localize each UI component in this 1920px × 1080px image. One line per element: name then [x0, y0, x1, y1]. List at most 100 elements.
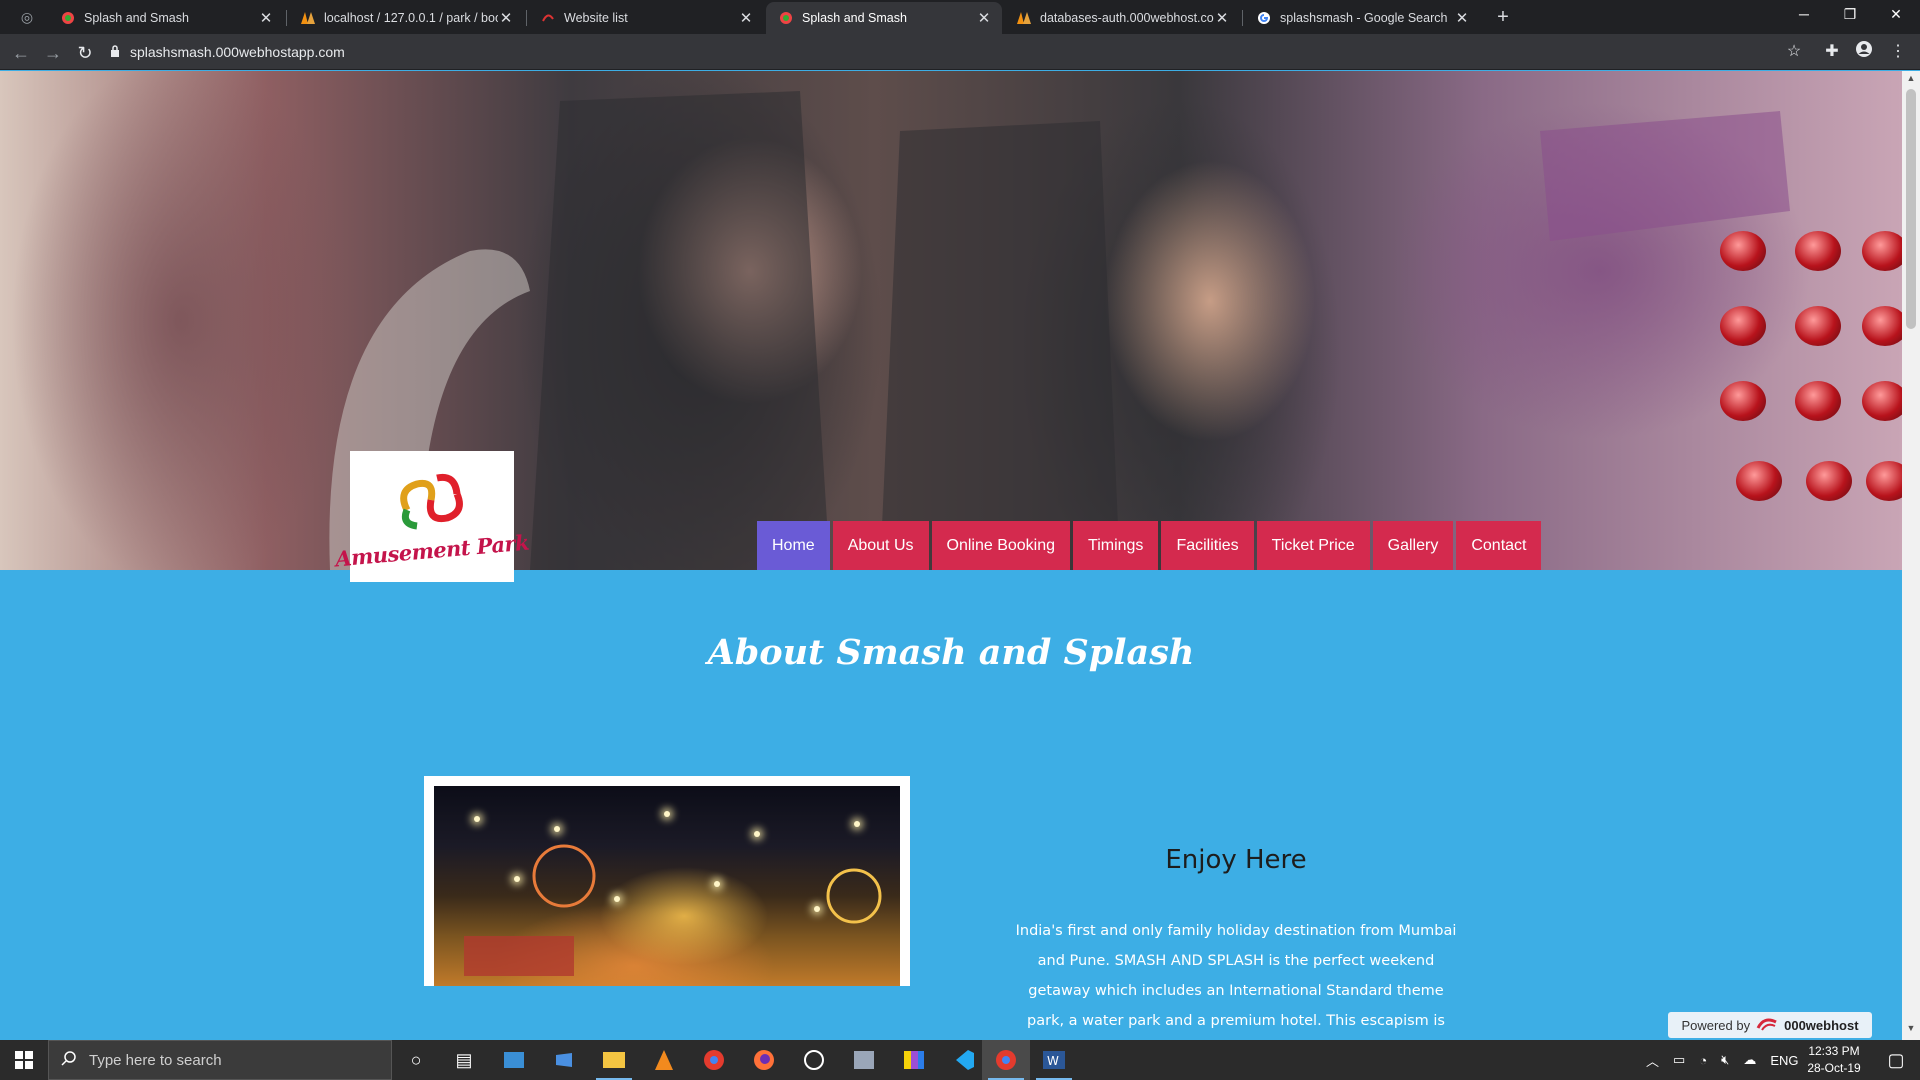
- volume-muted-icon[interactable]: 🔇︎: [1721, 1052, 1729, 1068]
- phpmyadmin-icon: [1016, 10, 1032, 26]
- svg-text:W: W: [1047, 1054, 1059, 1068]
- clock-time: 12:33 PM: [1808, 1044, 1860, 1058]
- nav-home[interactable]: Home: [757, 521, 830, 570]
- restore-icon[interactable]: ❐: [1827, 0, 1873, 30]
- powered-by-label: Powered by: [1681, 1017, 1751, 1033]
- minimize-icon[interactable]: ─: [1781, 0, 1827, 30]
- nav-about-us[interactable]: About Us: [832, 521, 929, 570]
- tab-close-icon[interactable]: ✕: [258, 9, 274, 27]
- tab-close-icon[interactable]: ✕: [738, 9, 754, 27]
- webhost-favicon-icon: [540, 10, 556, 26]
- browser-tab-5[interactable]: databases-auth.000webhost.com ✕: [1004, 2, 1240, 34]
- tab-title: databases-auth.000webhost.com: [1040, 11, 1214, 25]
- tab-divider: [286, 10, 287, 26]
- browser-tab-4-active[interactable]: Splash and Smash ✕: [766, 2, 1002, 34]
- park-night-photo: [424, 776, 910, 986]
- app-icon-2[interactable]: [540, 1040, 588, 1080]
- webhost-logo-icon: [1756, 1016, 1778, 1035]
- nav-timings[interactable]: Timings: [1073, 521, 1159, 570]
- bookmark-star-icon[interactable]: ☆: [1782, 40, 1806, 64]
- nav-ticket-price[interactable]: Ticket Price: [1256, 521, 1370, 570]
- address-bar: ← → ↻ splashsmash.000webhostapp.com ☆ ✚ …: [0, 34, 1920, 70]
- nav-facilities[interactable]: Facilities: [1161, 521, 1254, 570]
- google-icon: [1256, 10, 1272, 26]
- new-tab-button[interactable]: +: [1490, 4, 1516, 30]
- clock-date: 28-Oct-19: [1807, 1061, 1861, 1075]
- extensions-puzzle-icon[interactable]: ✚: [1820, 40, 1844, 64]
- cortana-icon[interactable]: ○: [392, 1040, 440, 1080]
- about-section-title: About Smash and Splash: [707, 632, 1195, 673]
- browser-tab-6[interactable]: splashsmash - Google Search ✕: [1244, 2, 1480, 34]
- app-icon-3[interactable]: [840, 1040, 888, 1080]
- photo-content: [434, 786, 900, 986]
- magnifier-icon: [61, 1050, 77, 1070]
- close-window-icon[interactable]: ✕: [1873, 0, 1919, 30]
- language-indicator[interactable]: ENG: [1770, 1053, 1798, 1068]
- tab-title: Splash and Smash: [802, 11, 907, 25]
- app-icon-4[interactable]: [890, 1040, 938, 1080]
- url-text: splashsmash.000webhostapp.com: [130, 44, 345, 60]
- tab-divider: [526, 10, 527, 26]
- vscode-icon[interactable]: [940, 1040, 988, 1080]
- scroll-up-arrow-icon[interactable]: ▲: [1902, 73, 1920, 83]
- taskbar-search-box[interactable]: Type here to search: [48, 1040, 392, 1080]
- forward-arrow-icon[interactable]: →: [42, 42, 64, 64]
- show-hidden-icons-chevron-icon[interactable]: ︿: [1646, 1051, 1659, 1070]
- page-viewport: Amusement Park Home About Us Online Book…: [0, 71, 1902, 1040]
- vlc-icon[interactable]: [640, 1040, 688, 1080]
- hero-banner-image: [0, 71, 1902, 570]
- tab-close-icon[interactable]: ✕: [976, 9, 992, 27]
- main-navigation: Home About Us Online Booking Timings Fac…: [757, 521, 1542, 570]
- scroll-down-arrow-icon[interactable]: ▼: [1902, 1023, 1920, 1033]
- nav-contact[interactable]: Contact: [1456, 521, 1542, 570]
- enjoy-heading: Enjoy Here: [1165, 845, 1307, 875]
- browser-tab-strip: ◎ Splash and Smash ✕ localhost / 127.0.0…: [0, 0, 1920, 34]
- system-tray: ︿ ▭ ◔ 🔇︎ ☁ ENG: [1646, 1040, 1799, 1080]
- url-field[interactable]: splashsmash.000webhostapp.com: [110, 38, 1790, 66]
- word-icon[interactable]: W: [1030, 1040, 1078, 1080]
- tab-title: Splash and Smash: [84, 11, 189, 25]
- phpmyadmin-icon: [300, 10, 316, 26]
- tab-close-icon[interactable]: ✕: [498, 9, 514, 27]
- site-logo[interactable]: Amusement Park: [334, 451, 530, 582]
- chrome-icon[interactable]: [690, 1040, 738, 1080]
- browser-tab-1[interactable]: Splash and Smash ✕: [48, 2, 284, 34]
- back-arrow-icon[interactable]: ←: [10, 42, 32, 64]
- scroll-thumb[interactable]: [1906, 89, 1916, 329]
- ride-silhouette: [329, 91, 1790, 570]
- tab-close-icon[interactable]: ✕: [1214, 9, 1230, 27]
- nav-online-booking[interactable]: Online Booking: [931, 521, 1071, 570]
- browser-tab-2[interactable]: localhost / 127.0.0.1 / park / boo ✕: [288, 2, 524, 34]
- wifi-icon[interactable]: ◔: [1699, 1053, 1707, 1068]
- action-center-icon[interactable]: ▢: [1872, 1040, 1920, 1080]
- tab-divider: [1242, 10, 1243, 26]
- task-view-icon[interactable]: ▤: [440, 1040, 488, 1080]
- firefox-icon[interactable]: [740, 1040, 788, 1080]
- page-scrollbar[interactable]: ▲ ▼: [1902, 71, 1920, 1040]
- search-placeholder: Type here to search: [89, 1051, 222, 1069]
- profile-icon[interactable]: [1852, 40, 1876, 64]
- tab-close-icon[interactable]: ✕: [1454, 9, 1470, 27]
- site-favicon-icon: [778, 10, 794, 26]
- tab-title: Website list: [564, 11, 628, 25]
- ferris-wheel-shape: [464, 844, 882, 976]
- onedrive-cloud-icon[interactable]: ☁: [1743, 1052, 1756, 1068]
- file-explorer-icon[interactable]: [590, 1040, 638, 1080]
- browser-tab-3[interactable]: Website list ✕: [528, 2, 764, 34]
- lock-icon: [110, 44, 120, 60]
- powered-by-brand: 000webhost: [1784, 1017, 1859, 1033]
- tab-title: splashsmash - Google Search: [1280, 11, 1448, 25]
- site-favicon-icon: [60, 10, 76, 26]
- nav-gallery[interactable]: Gallery: [1372, 521, 1454, 570]
- app-icon-1[interactable]: [490, 1040, 538, 1080]
- chrome-running-icon[interactable]: [982, 1040, 1030, 1080]
- tab-search-icon[interactable]: ◎: [16, 6, 38, 28]
- xbox-icon[interactable]: [790, 1040, 838, 1080]
- powered-by-badge[interactable]: Powered by 000webhost: [1668, 1012, 1872, 1038]
- taskbar-clock[interactable]: 12:33 PM 28-Oct-19: [1800, 1043, 1868, 1077]
- battery-icon[interactable]: ▭: [1673, 1052, 1685, 1068]
- menu-kebab-icon[interactable]: ⋮: [1886, 40, 1910, 64]
- windows-start-icon[interactable]: [0, 1040, 48, 1080]
- logo-mark-icon: [400, 473, 463, 530]
- reload-icon[interactable]: ↻: [74, 42, 96, 64]
